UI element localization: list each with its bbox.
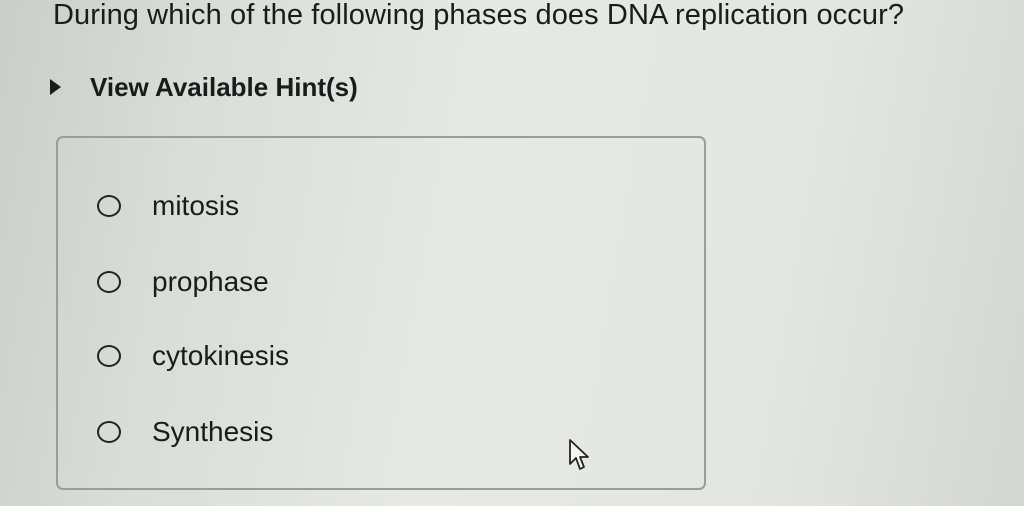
radio-button[interactable] xyxy=(97,345,121,367)
option-label: mitosis xyxy=(152,190,240,221)
view-hints-label: View Available Hint(s) xyxy=(90,71,358,102)
option-prophase[interactable]: prophase xyxy=(97,264,269,300)
radio-button[interactable] xyxy=(97,271,121,293)
answer-options-group: mitosis prophase cytokinesis Synthesis xyxy=(56,136,706,490)
option-label: cytokinesis xyxy=(152,340,289,371)
caret-right-icon xyxy=(50,79,61,95)
radio-button[interactable] xyxy=(97,195,121,217)
option-mitosis[interactable]: mitosis xyxy=(97,188,239,224)
view-hints-toggle[interactable]: View Available Hint(s) xyxy=(50,70,358,104)
mouse-pointer-icon xyxy=(569,439,589,470)
option-synthesis[interactable]: Synthesis xyxy=(97,414,273,450)
option-label: prophase xyxy=(152,266,269,297)
radio-button[interactable] xyxy=(97,421,121,443)
option-label: Synthesis xyxy=(152,416,274,447)
option-cytokinesis[interactable]: cytokinesis xyxy=(97,338,289,374)
question-text: During which of the following phases doe… xyxy=(53,0,905,31)
